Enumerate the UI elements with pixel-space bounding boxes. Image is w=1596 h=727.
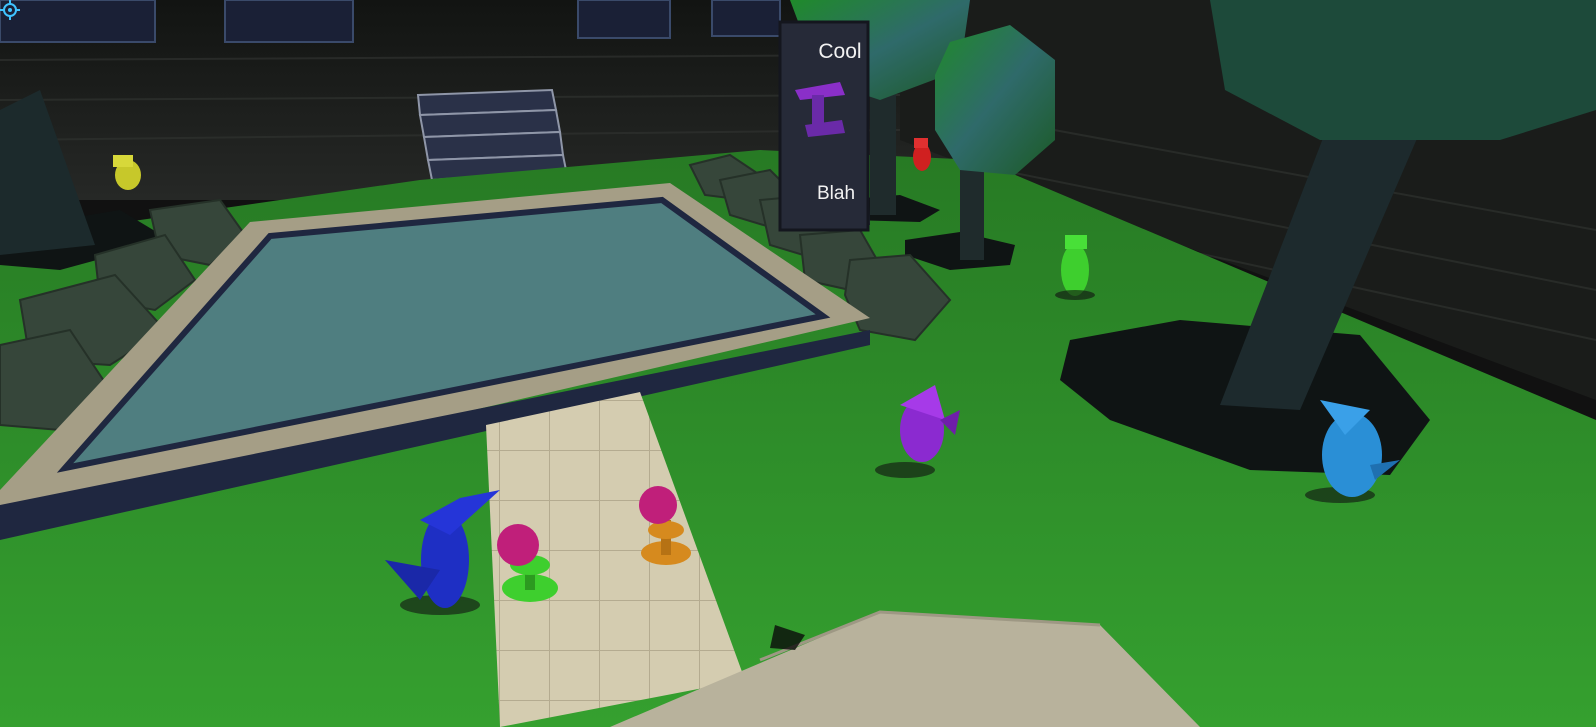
sign-bottom-label: Blah	[816, 183, 856, 204]
sign-top-label: Cool	[818, 40, 862, 63]
back-stairs	[416, 88, 568, 182]
game-viewport[interactable]: Cool Blah	[0, 0, 1596, 727]
crosshair-icon	[0, 0, 20, 20]
world-render	[0, 0, 1596, 727]
